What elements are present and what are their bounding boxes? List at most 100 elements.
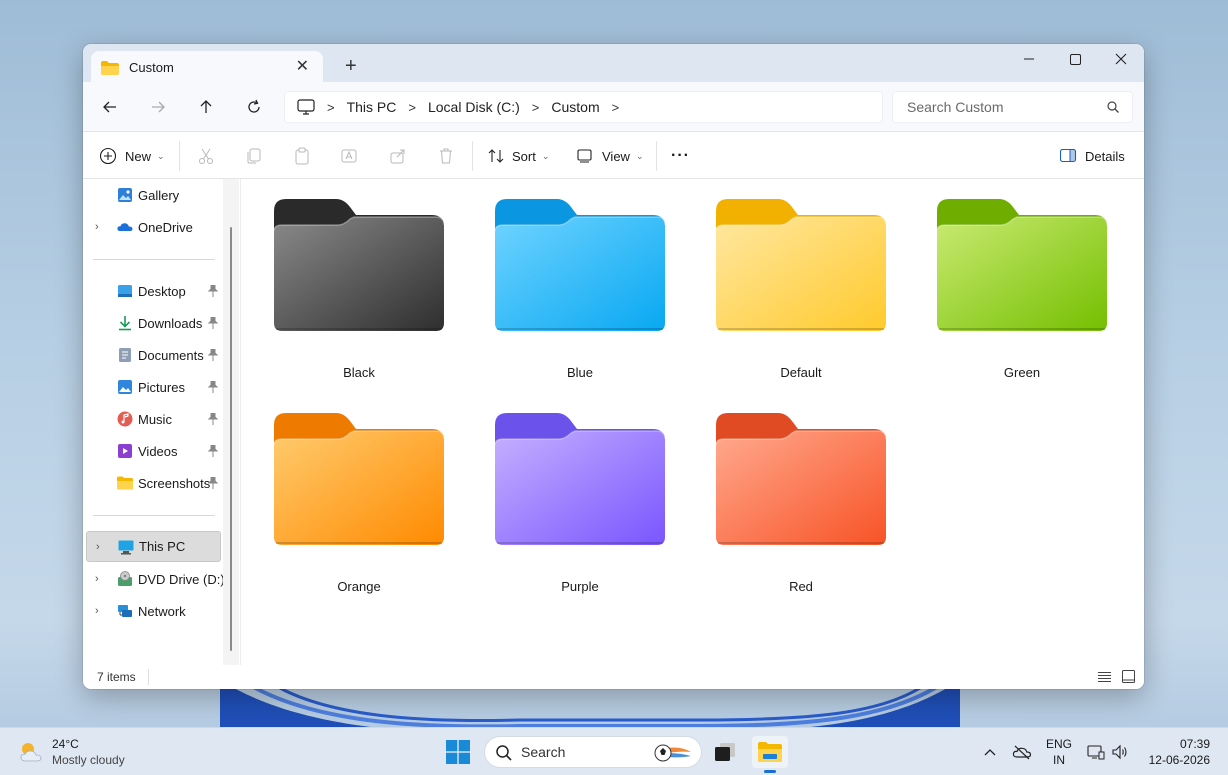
clock[interactable]: 07:39 12-06-2026 — [1149, 736, 1210, 768]
more-options-button[interactable]: ··· — [671, 141, 690, 171]
pin-icon[interactable] — [208, 349, 218, 361]
sidebar-item-onedrive[interactable]: › OneDrive — [83, 213, 240, 241]
sidebar-item-label: This PC — [139, 539, 186, 554]
back-button[interactable] — [94, 91, 126, 123]
chevron-right-icon[interactable]: › — [95, 573, 99, 585]
new-tab-button[interactable]: + — [345, 56, 357, 76]
onedrive-tray-button[interactable] — [1005, 736, 1039, 768]
breadcrumb-separator: > — [531, 99, 540, 115]
taskbar-search[interactable]: Search — [484, 736, 702, 768]
language-indicator[interactable]: ENG IN — [1046, 736, 1072, 768]
toolbar-divider — [656, 141, 657, 171]
sidebar-item-videos[interactable]: Videos — [83, 437, 240, 465]
sidebar-item-documents[interactable]: Documents — [83, 341, 240, 369]
sidebar-item-network[interactable]: › Network — [83, 597, 240, 625]
paste-icon[interactable] — [293, 147, 311, 165]
chevron-up-icon — [984, 749, 996, 756]
quick-settings-button[interactable] — [1083, 736, 1133, 768]
tab-custom[interactable]: Custom ✕ — [91, 51, 323, 84]
tiles-view-icon[interactable] — [1122, 670, 1135, 683]
scrollbar-thumb[interactable] — [230, 227, 232, 651]
title-bar: Custom ✕ + — [83, 44, 1144, 84]
breadcrumb-separator[interactable]: > — [612, 100, 620, 115]
videos-icon — [118, 444, 132, 458]
toolbar-divider — [472, 141, 473, 171]
chevron-right-icon[interactable]: › — [95, 605, 99, 617]
chevron-down-icon: ⌄ — [157, 150, 165, 161]
folder-item[interactable]: Blue — [480, 199, 680, 399]
share-icon[interactable] — [389, 147, 407, 165]
folder-item[interactable]: Default — [701, 199, 901, 399]
item-count: 7 items — [97, 670, 136, 684]
sidebar-scrollbar[interactable] — [223, 179, 239, 665]
cut-icon[interactable] — [197, 147, 215, 165]
details-view-icon[interactable] — [1098, 671, 1111, 683]
breadcrumb-custom[interactable]: Custom — [551, 99, 599, 115]
task-view-button[interactable] — [707, 736, 743, 768]
folder-item[interactable]: Orange — [259, 413, 459, 613]
view-icon — [577, 149, 592, 163]
sidebar-item-downloads[interactable]: Downloads — [83, 309, 240, 337]
up-button[interactable] — [190, 91, 222, 123]
folder-icon — [274, 413, 444, 545]
search-icon — [496, 745, 512, 761]
sort-icon — [488, 149, 504, 163]
pin-icon[interactable] — [208, 317, 218, 329]
sidebar-item-gallery[interactable]: Gallery — [83, 181, 240, 209]
view-button[interactable]: View ⌄ — [577, 141, 644, 171]
rename-icon[interactable] — [341, 147, 359, 165]
pin-icon[interactable] — [208, 477, 218, 489]
folder-icon — [716, 199, 886, 331]
breadcrumb-this-pc[interactable]: This PC — [347, 99, 397, 115]
clock-date: 12-06-2026 — [1148, 753, 1210, 767]
sidebar-item-dvd-drive[interactable]: › DVD Drive (D:) C — [83, 565, 240, 593]
folder-icon — [274, 199, 444, 331]
sidebar-item-label: OneDrive — [138, 219, 193, 235]
partly-cloudy-icon — [20, 743, 42, 762]
sidebar-item-music[interactable]: Music — [83, 405, 240, 433]
pin-icon[interactable] — [208, 381, 218, 393]
refresh-button[interactable] — [238, 91, 270, 123]
sidebar-item-label: Pictures — [138, 379, 185, 395]
search-placeholder: Search Custom — [907, 99, 1004, 115]
pin-icon[interactable] — [208, 285, 218, 297]
sort-button[interactable]: Sort ⌄ — [487, 141, 549, 171]
close-tab-button[interactable]: ✕ — [296, 58, 309, 76]
sidebar-item-desktop[interactable]: Desktop — [83, 277, 240, 305]
details-pane-icon — [1060, 149, 1077, 163]
breadcrumb-separator: > — [327, 99, 335, 115]
forward-button[interactable] — [142, 91, 174, 123]
sidebar-item-screenshots[interactable]: Screenshots — [83, 469, 240, 497]
music-icon — [117, 411, 133, 427]
folder-item[interactable]: Purple — [480, 413, 680, 613]
pin-icon[interactable] — [208, 445, 218, 457]
sidebar-divider — [93, 515, 215, 516]
folder-item[interactable]: Green — [922, 199, 1122, 399]
new-label: New — [125, 148, 152, 164]
chevron-right-icon[interactable]: › — [95, 221, 99, 233]
sidebar-item-label: Gallery — [138, 187, 180, 203]
details-pane-button[interactable]: Details — [1060, 141, 1125, 171]
sidebar-item-this-pc[interactable]: › This PC — [86, 531, 221, 562]
chevron-right-icon[interactable]: › — [96, 541, 100, 553]
close-window-button[interactable] — [1098, 44, 1144, 74]
taskbar-search-label: Search — [521, 744, 566, 760]
file-explorer-taskbar-button[interactable] — [752, 736, 788, 773]
delete-icon[interactable] — [437, 147, 455, 165]
folder-item[interactable]: Red — [701, 413, 901, 613]
folder-item[interactable]: Black — [259, 199, 459, 399]
maximize-button[interactable] — [1052, 44, 1098, 74]
sidebar-item-label: Screenshots — [138, 475, 211, 491]
chevron-down-icon: ⌄ — [635, 150, 644, 161]
pin-icon[interactable] — [208, 413, 218, 425]
breadcrumb-local-disk[interactable]: Local Disk (C:) — [428, 99, 520, 115]
sidebar-item-pictures[interactable]: Pictures — [83, 373, 240, 401]
minimize-button[interactable] — [1006, 44, 1052, 74]
new-button[interactable]: New ⌄ — [99, 141, 165, 171]
start-button[interactable] — [440, 736, 476, 768]
copy-icon[interactable] — [245, 147, 263, 165]
search-input[interactable]: Search Custom — [892, 91, 1133, 123]
show-hidden-icons-button[interactable] — [973, 736, 1007, 768]
weather-widget[interactable]: 24°C Mostly cloudy — [18, 736, 125, 768]
address-bar[interactable]: > This PC > Local Disk (C:) > Custom > — [284, 91, 883, 123]
